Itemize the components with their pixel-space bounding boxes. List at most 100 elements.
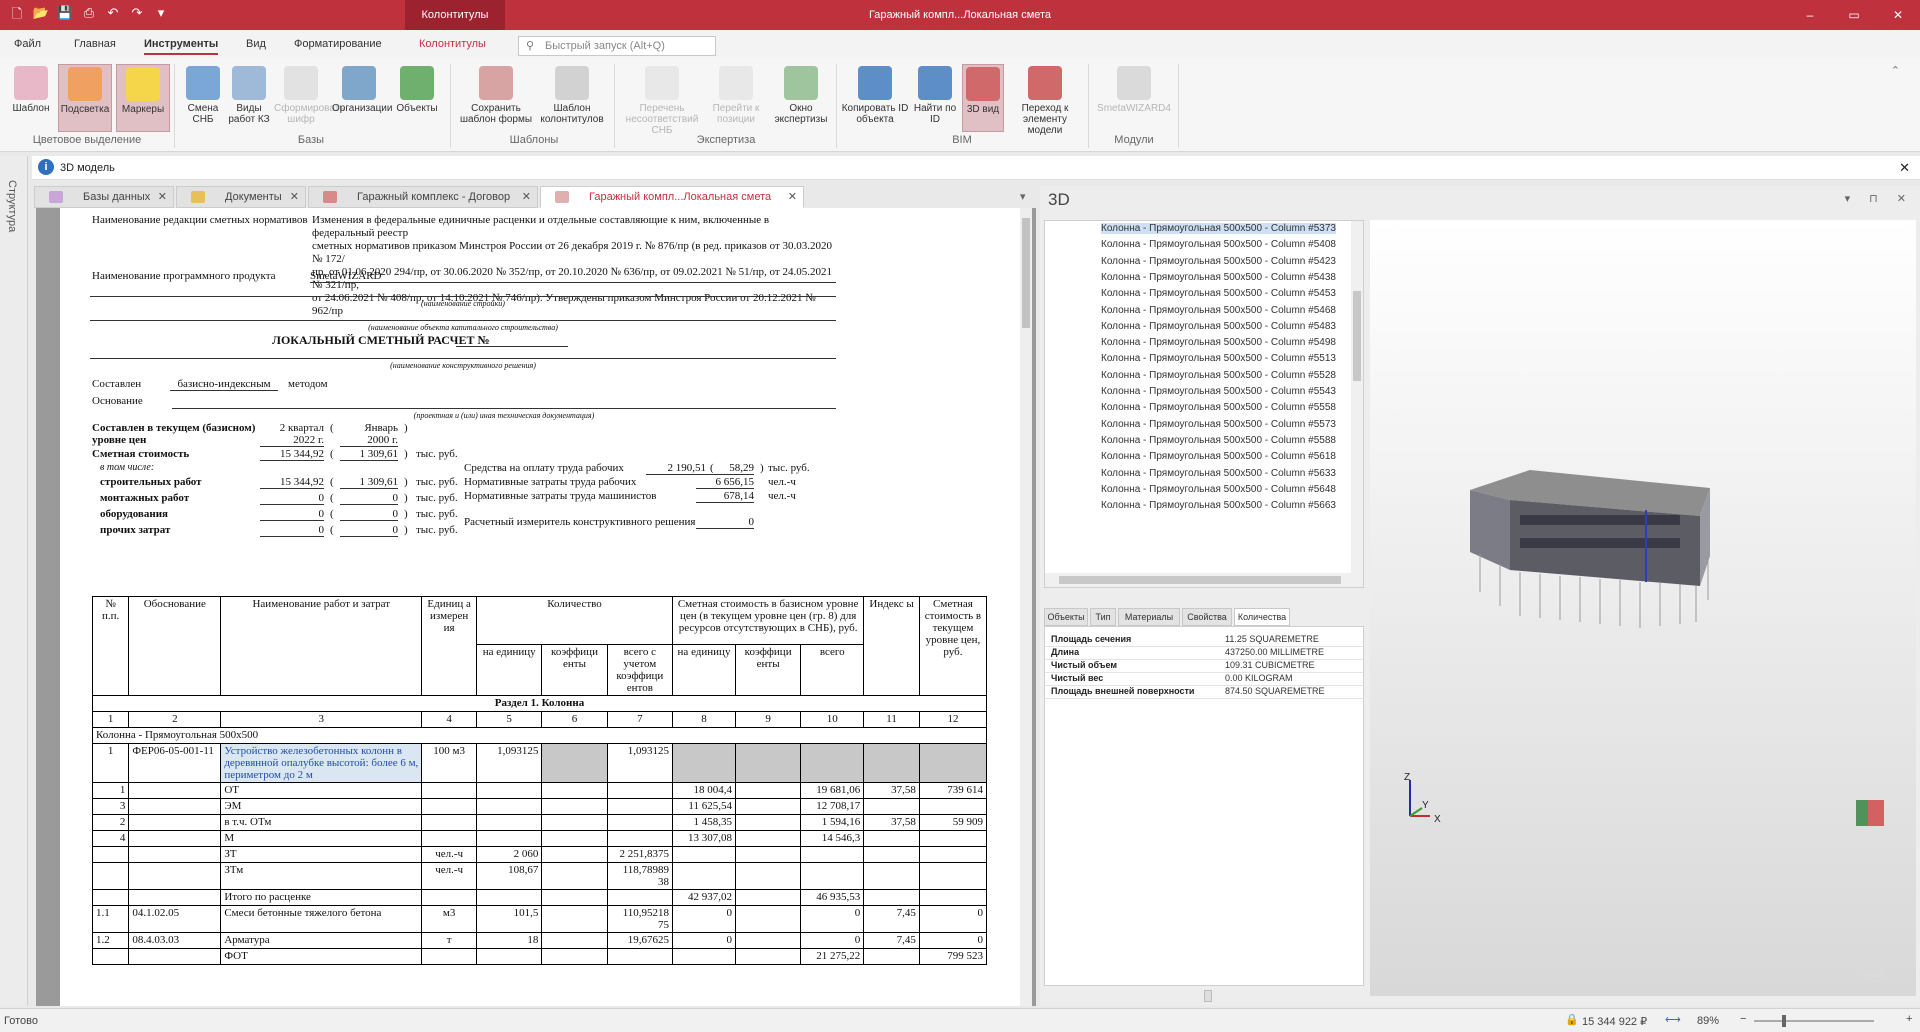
organizations-button[interactable]: Организации	[332, 64, 392, 132]
ptab-properties[interactable]: Свойства	[1182, 608, 1232, 626]
tree-item[interactable]: Колонна - Прямоугольная 500x500 - Column…	[1101, 386, 1336, 397]
table-row[interactable]: ЗТ чел.-ч 2 060 2 251,8375	[91, 846, 988, 863]
ptab-quantities[interactable]: Количества	[1234, 608, 1290, 626]
table-row[interactable]: 1.1 04.1.02.05 Смеси бетонные тяжелого бет…	[91, 905, 988, 933]
work-types-button[interactable]: Виды работ КЗ	[222, 64, 276, 132]
scroll-thumb[interactable]	[1353, 291, 1361, 381]
open-folder-icon[interactable]: 📂	[32, 5, 50, 27]
goto-position-button[interactable]: Перейти к позиции	[706, 64, 766, 132]
save-form-template-button[interactable]: Сохранить шаблон формы	[458, 64, 534, 132]
menu-format[interactable]: Форматирование	[294, 38, 382, 50]
new-file-icon[interactable]: 🗋	[8, 5, 26, 27]
tree-item[interactable]: Колонна - Прямоугольная 500x500 - Column…	[1101, 256, 1336, 267]
tab-documents[interactable]: Документы ✕	[176, 186, 306, 208]
customize-icon[interactable]: ▾	[152, 5, 170, 27]
element-tree[interactable]: Колонна - Прямоугольная 500x500 - Column…	[1044, 220, 1364, 588]
tree-item[interactable]: Колонна - Прямоугольная 500x500 - Column…	[1101, 239, 1336, 250]
tree-item[interactable]: Колонна - Прямоугольная 500x500 - Column…	[1101, 321, 1336, 332]
tree-item[interactable]: Колонна - Прямоугольная 500x500 - Column…	[1101, 451, 1336, 462]
button-label: Окно экспертизы	[774, 103, 828, 125]
tab-list-icon[interactable]: ▾	[1020, 190, 1026, 203]
tree-scrollbar[interactable]	[1351, 221, 1363, 573]
table-row[interactable]: ФОТ 21 275,22 799 523	[91, 948, 988, 965]
panel-controls[interactable]: ▾ ⊓ ✕	[1845, 192, 1914, 205]
tree-item[interactable]: Колонна - Прямоугольная 500x500 - Column…	[1101, 305, 1336, 316]
menu-tools[interactable]: Инструменты	[144, 38, 219, 55]
mismatch-list-button[interactable]: Перечень несоответствий СНБ	[620, 64, 704, 136]
close-icon[interactable]: ✕	[290, 187, 299, 207]
table-row[interactable]: ЗТм чел.-ч 108,67 118,78989 38	[91, 862, 988, 890]
tree-item[interactable]: Колонна - Прямоугольная 500x500 - Column…	[1101, 435, 1336, 446]
close-icon[interactable]: ✕	[1899, 160, 1910, 176]
zoom-out-icon[interactable]: −	[1740, 1013, 1746, 1025]
zoom-slider[interactable]	[1754, 1015, 1874, 1027]
tree-item[interactable]: Колонна - Прямоугольная 500x500 - Column…	[1101, 419, 1336, 430]
expertise-window-button[interactable]: Окно экспертизы	[770, 64, 832, 132]
tree-item[interactable]: Колонна - Прямоугольная 500x500 - Column…	[1101, 337, 1336, 348]
tree-item[interactable]: Колонна - Прямоугольная 500x500 - Column…	[1101, 288, 1336, 299]
goto-model-element-button[interactable]: Переход к элементу модели	[1006, 64, 1084, 136]
tree-item[interactable]: Колонна - Прямоугольная 500x500 - Column…	[1101, 370, 1336, 381]
tree-item[interactable]: Колонна - Прямоугольная 500x500 - Column…	[1101, 353, 1336, 364]
3d-view-button[interactable]: 3D вид	[962, 64, 1004, 132]
zoom-in-icon[interactable]: +	[1906, 1013, 1912, 1025]
document-scrollbar[interactable]	[1020, 208, 1032, 1006]
menu-view[interactable]: Вид	[246, 38, 266, 50]
tree-item[interactable]: Колонна - Прямоугольная 500x500 - Column…	[1101, 272, 1336, 283]
fit-width-icon[interactable]: ⟷	[1665, 1013, 1681, 1026]
tree-item[interactable]: Колонна - Прямоугольная 500x500 - Column…	[1101, 468, 1336, 479]
undo-icon[interactable]: ↶	[104, 5, 122, 27]
view-cube-icon[interactable]	[1856, 800, 1884, 826]
structure-side-panel[interactable]: Структура	[0, 156, 28, 1006]
collapse-ribbon-icon[interactable]: ⌃	[1891, 64, 1900, 77]
tree-item[interactable]: Колонна - Прямоугольная 500x500 - Column…	[1101, 500, 1336, 511]
menu-headers[interactable]: Колонтитулы	[419, 38, 486, 50]
copy-object-id-button[interactable]: Копировать ID объекта	[840, 64, 910, 132]
tab-databases[interactable]: Базы данных ✕	[34, 186, 174, 208]
bottom-slider[interactable]	[1044, 990, 1364, 1002]
status-bar: Готово 🔒 15 344 922 ₽ ⟷ 89% − +	[0, 1008, 1920, 1032]
close-icon[interactable]: ✕	[522, 187, 531, 207]
markers-button[interactable]: Маркеры	[116, 64, 170, 132]
print-icon[interactable]: ⎙	[80, 5, 98, 27]
form-code-button[interactable]: Сформировать шифр	[274, 64, 345, 132]
find-by-id-button[interactable]: Найти по ID	[910, 64, 960, 132]
redo-icon[interactable]: ↷	[128, 5, 146, 27]
quick-launch-input[interactable]: ⚲ Быстрый запуск (Alt+Q)	[518, 36, 716, 56]
ptab-objects[interactable]: Объекты	[1044, 608, 1088, 626]
table-row[interactable]: 1.2 08.4.03.03 Арматура т 18 19,67625 0 0 7,45 0	[91, 932, 988, 949]
table-row[interactable]: 3 ЭМ 11 625,54 12 708,17	[91, 798, 988, 815]
minimize-button[interactable]: –	[1788, 0, 1832, 30]
tree-item[interactable]: Колонна - Прямоугольная 500x500 - Column…	[1101, 484, 1336, 495]
objects-button[interactable]: Объекты	[390, 64, 444, 132]
table-row[interactable]: 2 в т.ч. ОТм 1 458,35 1 594,16 37,58 59 909	[91, 814, 988, 831]
tree-item[interactable]: Колонна - Прямоугольная 500x500 - Column…	[1101, 223, 1336, 234]
ptab-type[interactable]: Тип	[1090, 608, 1116, 626]
template-button[interactable]: Шаблон	[4, 64, 58, 132]
table-row[interactable]: 4 М 13 307,08 14 546,3	[91, 830, 988, 847]
menu-home[interactable]: Главная	[74, 38, 116, 50]
save-icon[interactable]: 💾	[56, 5, 74, 27]
close-icon[interactable]: ✕	[788, 187, 797, 207]
highlight-button[interactable]: Подсветка	[58, 64, 112, 132]
header-template-button[interactable]: Шаблон колонтитулов	[534, 64, 610, 132]
slider-thumb[interactable]	[1204, 990, 1212, 1002]
3d-viewport[interactable]: Z Y X Ready	[1370, 220, 1916, 996]
ptab-materials[interactable]: Материалы	[1118, 608, 1180, 626]
tree-hscrollbar[interactable]	[1045, 573, 1363, 587]
close-button[interactable]: ✕	[1876, 0, 1920, 30]
scroll-thumb[interactable]	[1059, 576, 1341, 584]
tab-contract[interactable]: Гаражный комплекс - Договор ✕	[308, 186, 538, 208]
zoom-thumb[interactable]	[1782, 1015, 1786, 1027]
close-icon[interactable]: ✕	[158, 187, 167, 207]
table-row[interactable]: 1 ОТ 18 004,4 19 681,06 37,58 739 614	[91, 782, 988, 799]
scroll-thumb[interactable]	[1022, 218, 1030, 328]
button-label: Сохранить шаблон формы	[459, 103, 533, 125]
tree-item[interactable]: Колонна - Прямоугольная 500x500 - Column…	[1101, 402, 1336, 413]
smetawizard4-button[interactable]: SmetaWIZARD4	[1094, 64, 1174, 132]
menu-file[interactable]: Файл	[14, 38, 41, 50]
table-row[interactable]: 1 ФЕР06-05-001-11 Устройство железобетонны…	[91, 743, 988, 783]
restore-button[interactable]: ▭	[1832, 0, 1876, 30]
tab-local-estimate[interactable]: Гаражный компл...Локальная смета ✕	[540, 186, 804, 208]
table-row[interactable]: Итого по расценке 42 937,02 46 935,53	[91, 889, 988, 906]
